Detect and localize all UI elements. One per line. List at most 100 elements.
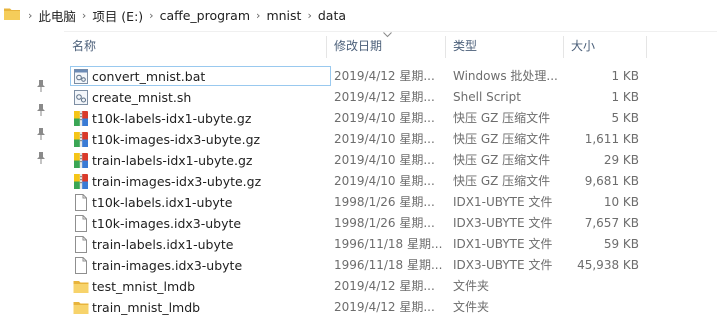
file-row[interactable]: create_mnist.sh 2019/4/12 星期... Shell Scri…	[66, 87, 717, 108]
file-type: 文件夹	[453, 300, 490, 314]
breadcrumb-caffe-program[interactable]: caffe_program	[160, 8, 250, 23]
file-type: Windows 批处理...	[453, 69, 558, 83]
file-size: 9,681 KB	[584, 174, 639, 188]
shell-script-icon	[73, 89, 89, 106]
column-header-row: 名称 修改日期 类型 大小	[66, 31, 717, 62]
file-type: IDX3-UBYTE 文件	[453, 216, 553, 230]
file-date: 1996/11/18 星期...	[334, 237, 443, 251]
archive-icon	[73, 110, 89, 127]
file-row[interactable]: t10k-images-idx3-ubyte.gz 2019/4/10 星期...…	[66, 129, 717, 150]
breadcrumb-data[interactable]: data	[318, 8, 346, 23]
file-size	[569, 276, 639, 297]
pin-icon[interactable]	[36, 152, 46, 164]
archive-icon	[73, 131, 89, 148]
file-date: 2019/4/10 星期...	[334, 132, 435, 146]
file-row[interactable]: t10k-labels-idx1-ubyte.gz 2019/4/10 星期...…	[66, 108, 717, 129]
file-date: 2019/4/10 星期...	[334, 174, 435, 188]
chevron-right-icon[interactable]: ›	[28, 9, 32, 22]
pin-icon[interactable]	[36, 80, 46, 92]
file-size: 29 KB	[603, 153, 639, 167]
file-type: 文件夹	[453, 279, 490, 293]
file-row[interactable]: test_mnist_lmdb 2019/4/12 星期... 文件夹	[66, 276, 717, 297]
file-name: t10k-images-idx3-ubyte.gz	[92, 132, 261, 147]
file-type: IDX1-UBYTE 文件	[453, 237, 553, 251]
folder-icon	[73, 278, 89, 295]
file-type: IDX1-UBYTE 文件	[453, 195, 553, 209]
file-type: 快压 GZ 压缩文件	[453, 174, 551, 188]
chevron-right-icon[interactable]: ›	[256, 9, 260, 22]
column-header-size[interactable]: 大小	[565, 31, 645, 62]
batch-file-icon	[73, 68, 89, 85]
file-size: 59 KB	[603, 237, 639, 251]
breadcrumb: › 此电脑 › 项目 (E:) › caffe_program › mnist …	[22, 0, 346, 31]
file-row[interactable]: train-images.idx3-ubyte 1996/11/18 星期... I…	[66, 255, 717, 276]
file-name: train-images.idx3-ubyte	[92, 258, 243, 273]
file-size: 5 KB	[611, 111, 639, 125]
archive-icon	[73, 173, 89, 190]
blank-file-icon	[73, 215, 89, 232]
breadcrumb-drive-e[interactable]: 项目 (E:)	[92, 6, 143, 25]
file-name: train-labels-idx1-ubyte.gz	[92, 153, 253, 168]
file-type: IDX3-UBYTE 文件	[453, 258, 553, 272]
chevron-right-icon[interactable]: ›	[149, 9, 153, 22]
navigation-pane	[0, 31, 64, 321]
file-date: 1998/1/26 星期...	[334, 195, 435, 209]
chevron-right-icon[interactable]: ›	[82, 9, 86, 22]
file-name: t10k-images.idx3-ubyte	[92, 216, 242, 231]
file-row[interactable]: t10k-labels.idx1-ubyte 1998/1/26 星期... IDX…	[66, 192, 717, 213]
file-name: t10k-labels.idx1-ubyte	[92, 195, 233, 210]
file-type: 快压 GZ 压缩文件	[453, 111, 551, 125]
column-divider[interactable]	[563, 36, 564, 58]
column-divider[interactable]	[646, 36, 647, 58]
file-date: 1998/1/26 星期...	[334, 216, 435, 230]
file-size: 45,938 KB	[577, 258, 639, 272]
file-size: 7,657 KB	[584, 216, 639, 230]
file-row[interactable]: convert_mnist.bat 2019/4/12 星期... Windows …	[66, 66, 717, 87]
file-row[interactable]: t10k-images.idx3-ubyte 1998/1/26 星期... IDX…	[66, 213, 717, 234]
file-size	[569, 297, 639, 318]
file-date: 1996/11/18 星期...	[334, 258, 443, 272]
file-type: 快压 GZ 压缩文件	[453, 153, 551, 167]
file-list: convert_mnist.bat 2019/4/12 星期... Windows …	[66, 66, 717, 318]
blank-file-icon	[73, 257, 89, 274]
blank-file-icon	[73, 194, 89, 211]
file-name: t10k-labels-idx1-ubyte.gz	[92, 111, 252, 126]
pin-icon[interactable]	[36, 104, 46, 116]
file-row[interactable]: train-labels-idx1-ubyte.gz 2019/4/10 星期..…	[66, 150, 717, 171]
archive-icon	[73, 152, 89, 169]
file-date: 2019/4/12 星期...	[334, 300, 435, 314]
sort-descending-icon	[383, 32, 392, 38]
file-size: 1 KB	[611, 90, 639, 104]
file-name: train-labels.idx1-ubyte	[92, 237, 234, 252]
file-date: 2019/4/10 星期...	[334, 153, 435, 167]
chevron-right-icon[interactable]: ›	[307, 9, 311, 22]
file-row[interactable]: train-images-idx3-ubyte.gz 2019/4/10 星期..…	[66, 171, 717, 192]
column-header-type[interactable]: 类型	[447, 31, 563, 62]
file-name: create_mnist.sh	[92, 90, 192, 105]
file-row[interactable]: train-labels.idx1-ubyte 1996/11/18 星期... I…	[66, 234, 717, 255]
file-date: 2019/4/10 星期...	[334, 111, 435, 125]
file-date: 2019/4/12 星期...	[334, 279, 435, 293]
column-header-name[interactable]: 名称	[66, 31, 326, 62]
blank-file-icon	[73, 236, 89, 253]
file-type: Shell Script	[453, 90, 521, 104]
file-size: 1 KB	[611, 69, 639, 83]
file-row[interactable]: train_mnist_lmdb 2019/4/12 星期... 文件夹	[66, 297, 717, 318]
file-name: train_mnist_lmdb	[92, 300, 201, 315]
file-name: test_mnist_lmdb	[92, 279, 196, 294]
column-divider[interactable]	[326, 36, 327, 58]
file-name: convert_mnist.bat	[92, 69, 206, 84]
pin-icon[interactable]	[36, 128, 46, 140]
file-size: 1,611 KB	[584, 132, 639, 146]
folder-icon	[73, 299, 89, 316]
file-size: 10 KB	[603, 195, 639, 209]
file-name: train-images-idx3-ubyte.gz	[92, 174, 262, 189]
address-bar[interactable]: › 此电脑 › 项目 (E:) › caffe_program › mnist …	[0, 0, 717, 32]
file-date: 2019/4/12 星期...	[334, 69, 435, 83]
column-divider[interactable]	[445, 36, 446, 58]
folder-icon	[4, 8, 20, 20]
breadcrumb-mnist[interactable]: mnist	[266, 8, 301, 23]
breadcrumb-this-pc[interactable]: 此电脑	[38, 6, 76, 25]
file-date: 2019/4/12 星期...	[334, 90, 435, 104]
file-type: 快压 GZ 压缩文件	[453, 132, 551, 146]
